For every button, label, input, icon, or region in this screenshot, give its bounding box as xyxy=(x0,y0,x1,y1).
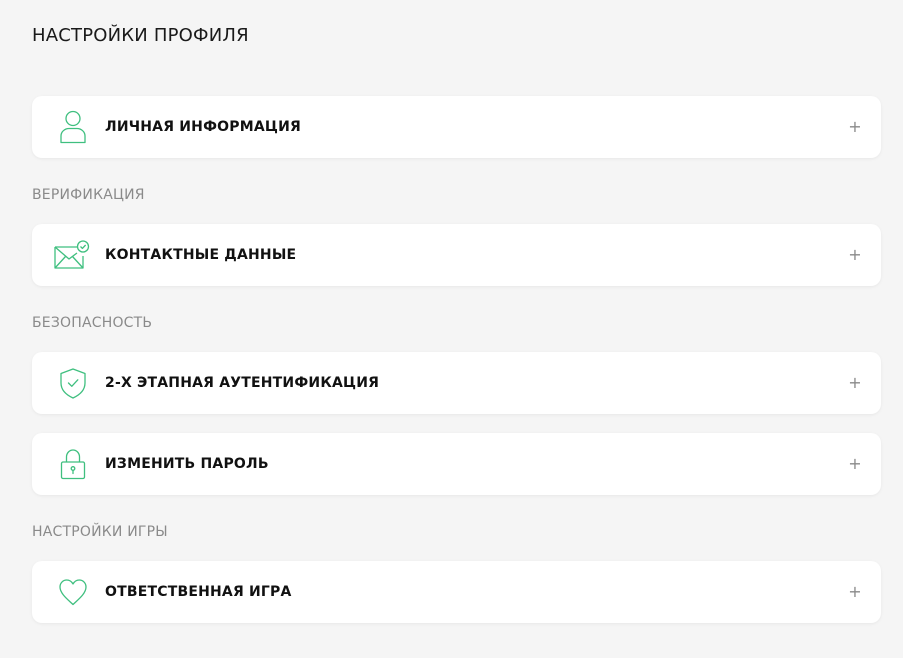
expand-change-password-button[interactable]: + xyxy=(847,433,863,495)
section-label-verification: ВЕРИФИКАЦИЯ xyxy=(32,187,145,203)
shield-check-icon xyxy=(54,364,92,402)
heart-icon xyxy=(54,573,92,611)
section-label-security: БЕЗОПАСНОСТЬ xyxy=(32,315,153,331)
change-password-label: ИЗМЕНИТЬ ПАРОЛЬ xyxy=(105,456,269,472)
expand-contact-data-button[interactable]: + xyxy=(847,224,863,286)
page-title: НАСТРОЙКИ ПРОФИЛЯ xyxy=(32,25,249,46)
two-factor-card[interactable]: 2-Х ЭТАПНАЯ АУТЕНТИФИКАЦИЯ + xyxy=(32,352,881,414)
responsible-gaming-label: ОТВЕТСТВЕННАЯ ИГРА xyxy=(105,584,292,600)
lock-icon xyxy=(54,445,92,483)
profile-settings-page: НАСТРОЙКИ ПРОФИЛЯ ЛИЧНАЯ ИНФОРМАЦИЯ + ВЕ… xyxy=(0,0,903,658)
expand-two-factor-button[interactable]: + xyxy=(847,352,863,414)
change-password-card[interactable]: ИЗМЕНИТЬ ПАРОЛЬ + xyxy=(32,433,881,495)
contact-data-card[interactable]: КОНТАКТНЫЕ ДАННЫЕ + xyxy=(32,224,881,286)
personal-info-label: ЛИЧНАЯ ИНФОРМАЦИЯ xyxy=(105,119,301,135)
user-icon xyxy=(54,108,92,146)
contact-data-label: КОНТАКТНЫЕ ДАННЫЕ xyxy=(105,247,297,263)
responsible-gaming-card[interactable]: ОТВЕТСТВЕННАЯ ИГРА + xyxy=(32,561,881,623)
personal-info-card[interactable]: ЛИЧНАЯ ИНФОРМАЦИЯ + xyxy=(32,96,881,158)
section-label-game-settings: НАСТРОЙКИ ИГРЫ xyxy=(32,524,168,540)
expand-personal-info-button[interactable]: + xyxy=(847,96,863,158)
expand-responsible-gaming-button[interactable]: + xyxy=(847,561,863,623)
two-factor-label: 2-Х ЭТАПНАЯ АУТЕНТИФИКАЦИЯ xyxy=(105,375,380,391)
envelope-check-icon xyxy=(52,236,92,274)
